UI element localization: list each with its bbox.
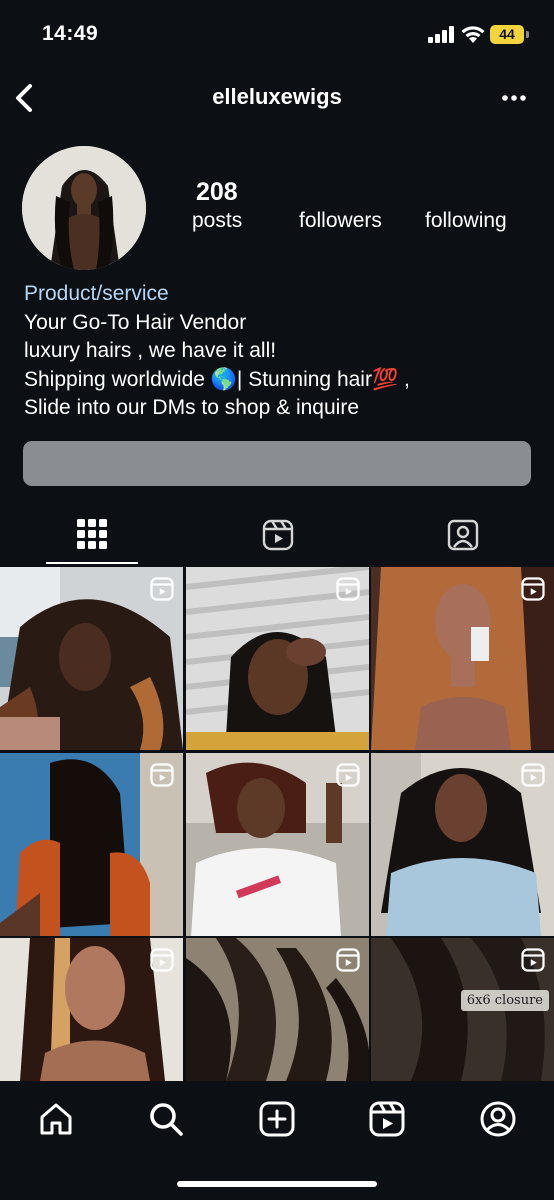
tab-grid[interactable] — [46, 504, 138, 564]
reels-icon — [262, 519, 294, 551]
reel-badge-icon — [336, 948, 360, 972]
profile-action-bar[interactable] — [23, 441, 531, 486]
reels-icon[interactable] — [367, 1099, 407, 1139]
status-time: 14:49 — [42, 22, 99, 45]
home-icon[interactable] — [36, 1099, 76, 1139]
wifi-icon — [461, 26, 485, 43]
reel-badge-icon — [521, 948, 545, 972]
reel-badge-icon — [150, 577, 174, 601]
reel-badge-icon — [336, 577, 360, 601]
grid-icon — [77, 519, 107, 549]
posts-label: posts — [192, 209, 243, 232]
bio-line: Your Go-To Hair Vendor — [24, 310, 247, 334]
reel-badge-icon — [150, 948, 174, 972]
battery-indicator: 44 — [490, 25, 524, 44]
following-label[interactable]: following — [425, 209, 507, 233]
search-icon[interactable] — [146, 1099, 186, 1139]
plus-square-icon[interactable] — [257, 1099, 297, 1139]
profile-screen: 14:49 44 elleluxewigs 208 posts follower… — [0, 0, 554, 1200]
cellular-signal-icon — [428, 26, 456, 43]
post-thumbnail[interactable] — [186, 753, 369, 936]
avatar[interactable] — [22, 146, 146, 270]
post-thumbnail[interactable] — [0, 753, 183, 936]
post-thumbnail[interactable] — [371, 753, 554, 936]
profile-username: elleluxewigs — [212, 84, 342, 109]
post-thumbnail[interactable] — [186, 567, 369, 750]
post-thumbnail[interactable] — [371, 567, 554, 750]
followers-label[interactable]: followers — [299, 209, 382, 233]
post-thumbnail[interactable] — [0, 567, 183, 750]
reel-badge-icon — [521, 763, 545, 787]
posts-grid: 6x6 closure — [0, 567, 554, 1081]
posts-count: 208 — [196, 178, 238, 206]
avatar-photo — [22, 146, 146, 270]
status-bar: 14:49 44 — [0, 0, 554, 70]
bio-line: Shipping worldwide 🌎| Stunning hair💯 , — [24, 367, 410, 391]
home-indicator — [177, 1181, 377, 1187]
reel-badge-icon — [336, 763, 360, 787]
bio-category[interactable]: Product/service — [24, 280, 410, 309]
bio-line: luxury hairs , we have it all! — [24, 339, 277, 362]
reel-badge-icon — [521, 577, 545, 601]
profile-bio: Product/service Your Go-To Hair Vendor l… — [24, 280, 410, 423]
battery-tip — [526, 31, 529, 38]
tab-tagged[interactable] — [416, 504, 508, 564]
bio-line: Slide into our DMs to shop & inquire — [24, 396, 360, 419]
profile-icon[interactable] — [478, 1099, 518, 1139]
selected-tab-indicator — [46, 562, 138, 564]
tagged-user-icon — [447, 519, 479, 551]
post-caption-overlay: 6x6 closure — [460, 990, 549, 1011]
reel-badge-icon — [150, 763, 174, 787]
more-horizontal-icon[interactable] — [500, 88, 528, 108]
tab-reels[interactable] — [231, 504, 323, 564]
